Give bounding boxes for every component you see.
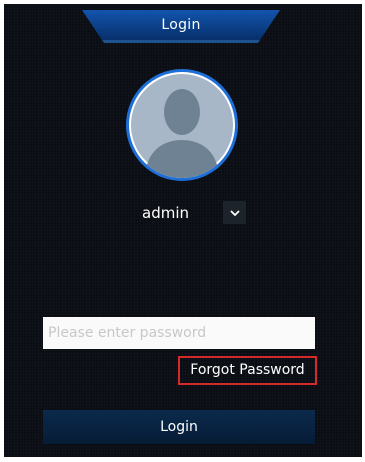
user-selector: admin bbox=[4, 200, 362, 226]
title-bar: Login bbox=[82, 10, 280, 44]
forgot-password-link[interactable]: Forgot Password bbox=[178, 356, 317, 385]
password-input[interactable] bbox=[43, 317, 315, 349]
chevron-down-icon bbox=[229, 209, 240, 216]
user-dropdown-button[interactable] bbox=[223, 201, 246, 224]
user-avatar-icon bbox=[125, 68, 239, 182]
login-panel: Login admin Forgot Password Login bbox=[4, 4, 362, 457]
page-title: Login bbox=[161, 17, 201, 33]
username-label: admin bbox=[142, 204, 189, 222]
login-button[interactable]: Login bbox=[43, 410, 315, 444]
